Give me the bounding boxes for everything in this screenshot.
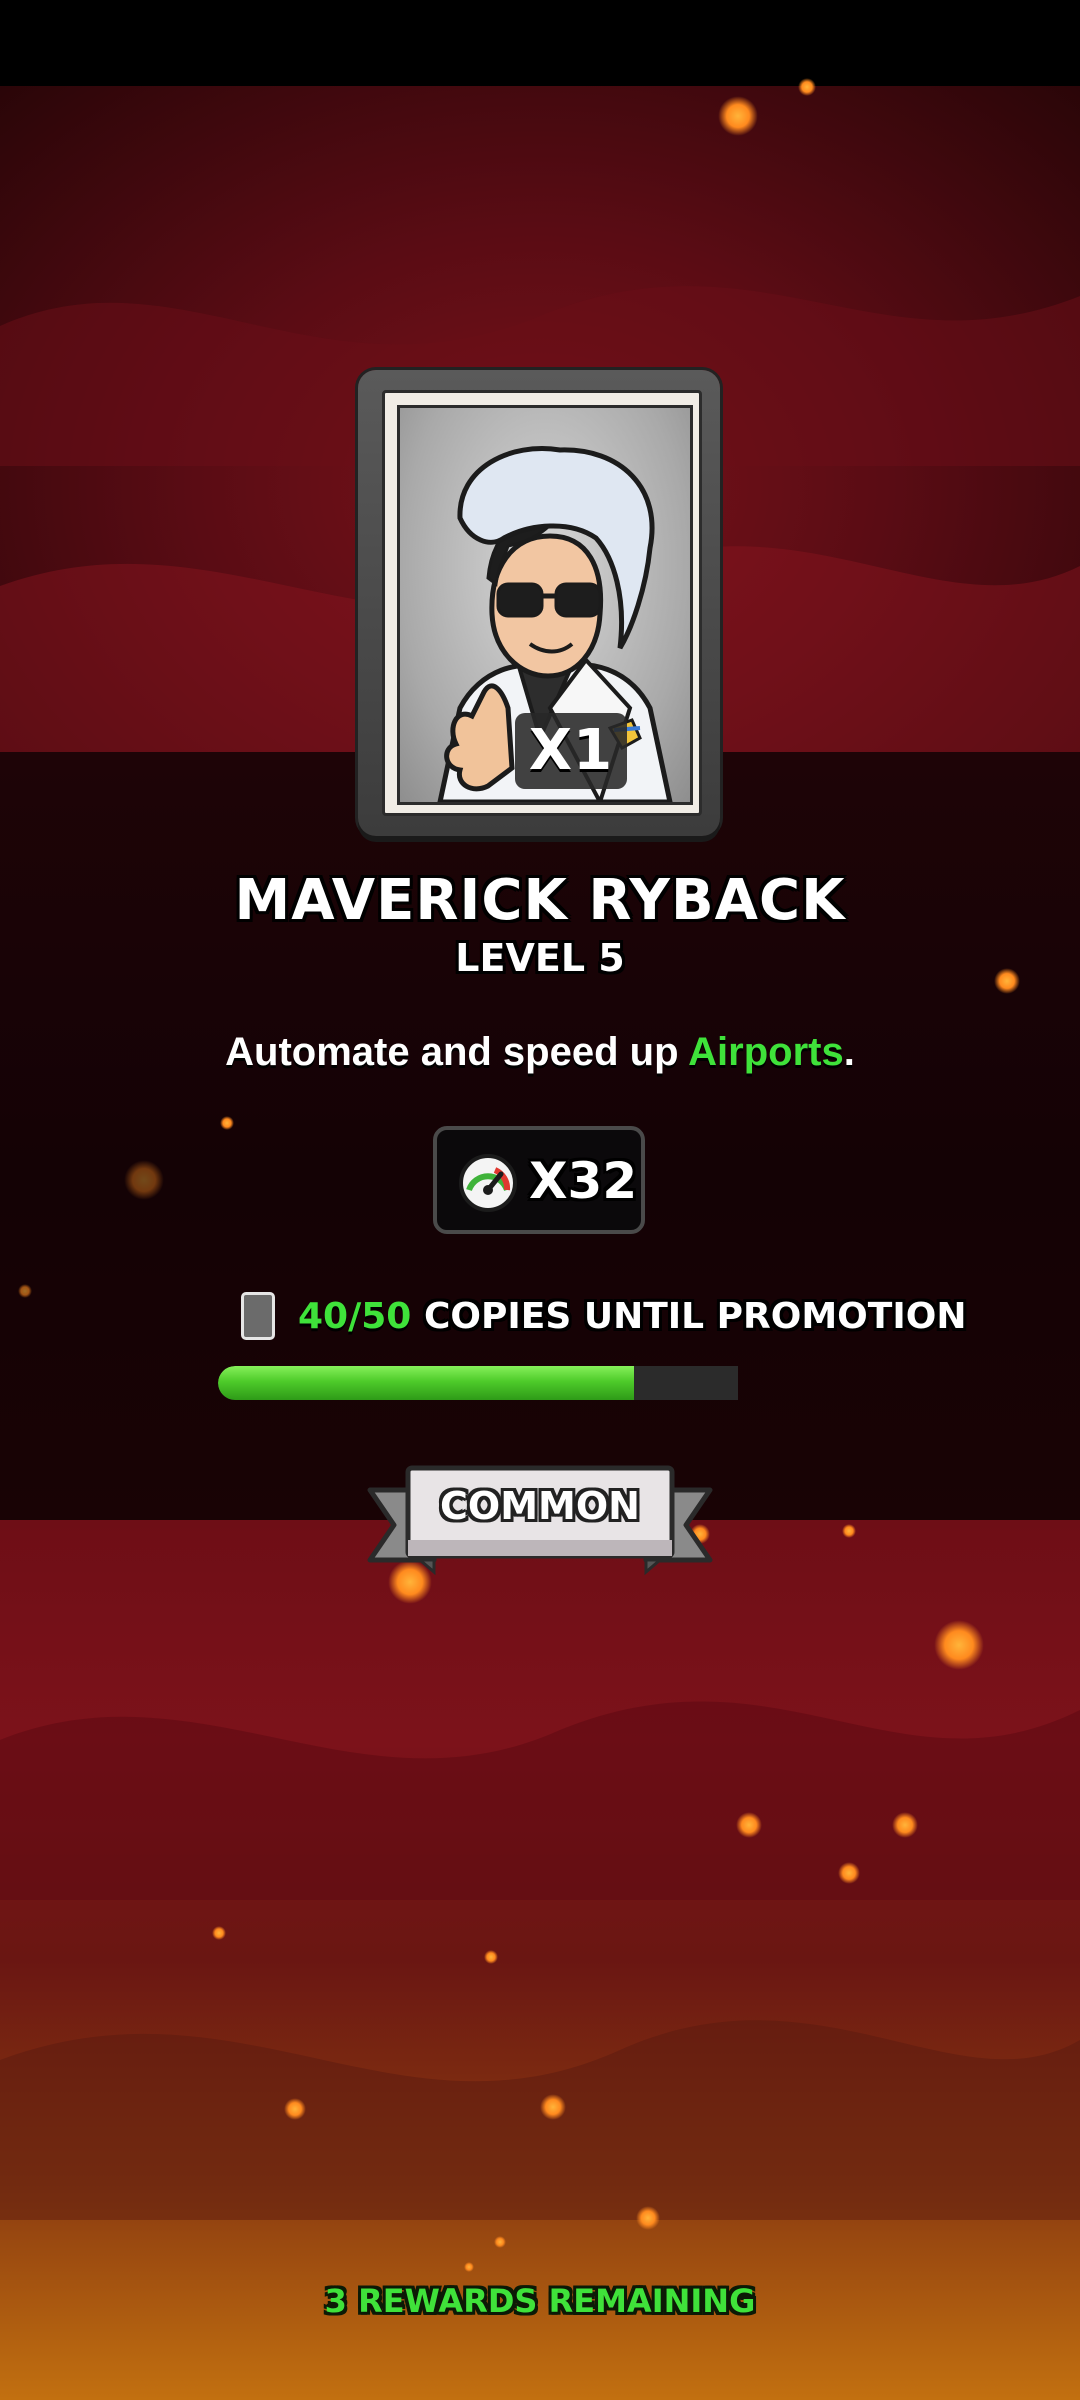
ember-particle [124,1160,164,1200]
promotion-info: 40/50 COPIES UNTIL PROMOTION [236,1288,966,1348]
ember-particle [484,1950,498,1964]
ember-particle [718,96,758,136]
rarity-banner: COMMON [364,1460,716,1576]
ember-particle [838,1862,860,1884]
ember-particle [220,1116,234,1130]
ember-particle [736,1812,762,1838]
promotion-count: 40/50 [298,1296,412,1337]
ember-particle [798,78,816,96]
boost-multiplier: X32 [433,1126,645,1234]
ember-particle [464,2262,474,2272]
hero-description-end: . [843,1030,855,1074]
boost-value: X32 [529,1152,638,1210]
ember-particle [540,2094,566,2120]
ember-particle [842,1524,856,1538]
hero-card-border: X1 [382,390,702,816]
rarity-label: COMMON [440,1484,640,1528]
ember-particle [934,1620,984,1670]
background-wave [0,2020,1080,2220]
reward-screen[interactable]: X1 MAVERICK RYBACK LEVEL 5 Automate and … [0,0,1080,2400]
ember-particle [18,1284,32,1298]
ember-particle [284,2098,306,2120]
rewards-remaining: 3 REWARDS REMAINING [324,2282,756,2320]
promotion-progress-fill [218,1366,634,1400]
ember-particle [212,1926,226,1940]
hero-description-text: Automate and speed up [225,1030,689,1074]
hero-level: LEVEL 5 [455,936,625,980]
promotion-progress-bar [218,1366,738,1400]
hero-card[interactable]: X1 [358,370,720,836]
hero-description: Automate and speed up Airports. [0,1030,1080,1075]
speedometer-icon [459,1154,517,1212]
ember-particle [636,2206,660,2230]
card-quantity-badge: X1 [515,713,627,789]
ember-particle [892,1812,918,1838]
ember-particle [494,2236,506,2248]
status-bar [0,0,1080,86]
hero-name: MAVERICK RYBACK [234,868,846,933]
background-bottom [0,1520,1080,2400]
promotion-label: COPIES UNTIL PROMOTION [424,1296,967,1337]
hero-description-highlight: Airports [688,1030,844,1074]
background-wave [0,1701,1080,1900]
card-icon [241,1292,275,1340]
